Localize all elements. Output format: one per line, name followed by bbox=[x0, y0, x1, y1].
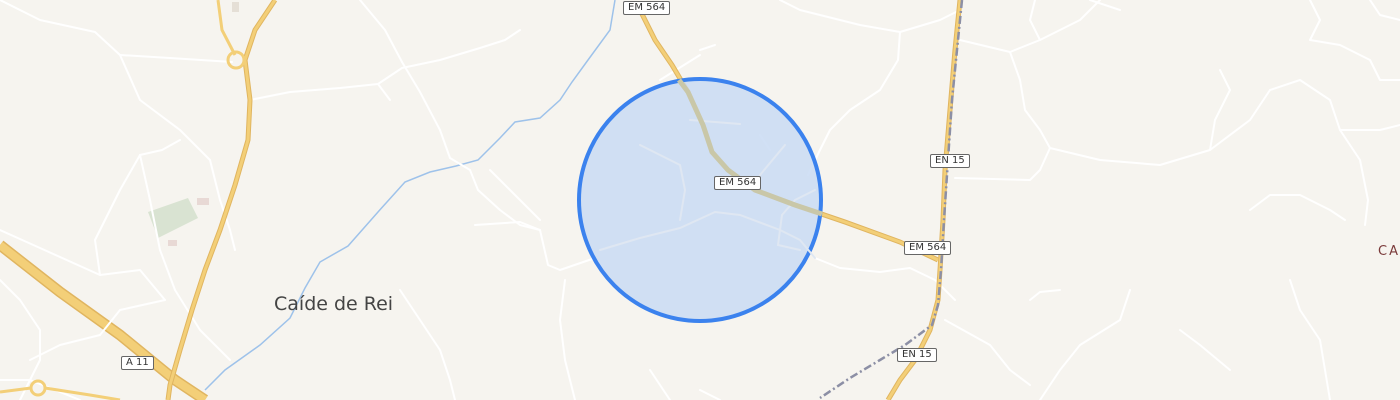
railway bbox=[819, 0, 964, 400]
road-shield-em564: EM 564 bbox=[904, 241, 952, 255]
building bbox=[168, 240, 177, 246]
road-shield-em564: EM 564 bbox=[623, 1, 671, 15]
road-shield-en15: EN 15 bbox=[930, 154, 970, 168]
road-shield-a11: A 11 bbox=[121, 356, 154, 370]
building bbox=[197, 198, 209, 205]
road-sw bbox=[0, 386, 121, 400]
road-shield-em564: EM 564 bbox=[714, 176, 762, 190]
place-label-caide-de-rei: Caíde de Rei bbox=[274, 293, 394, 315]
river bbox=[204, 0, 616, 391]
road-shield-en15: EN 15 bbox=[897, 348, 937, 362]
map-view[interactable]: EM 564 EM 564 EM 564 EN 15 EN 15 A 11 Ca… bbox=[0, 0, 1400, 400]
building bbox=[232, 2, 239, 12]
map-canvas bbox=[0, 0, 1400, 400]
place-label-edge: CA bbox=[1378, 244, 1400, 259]
